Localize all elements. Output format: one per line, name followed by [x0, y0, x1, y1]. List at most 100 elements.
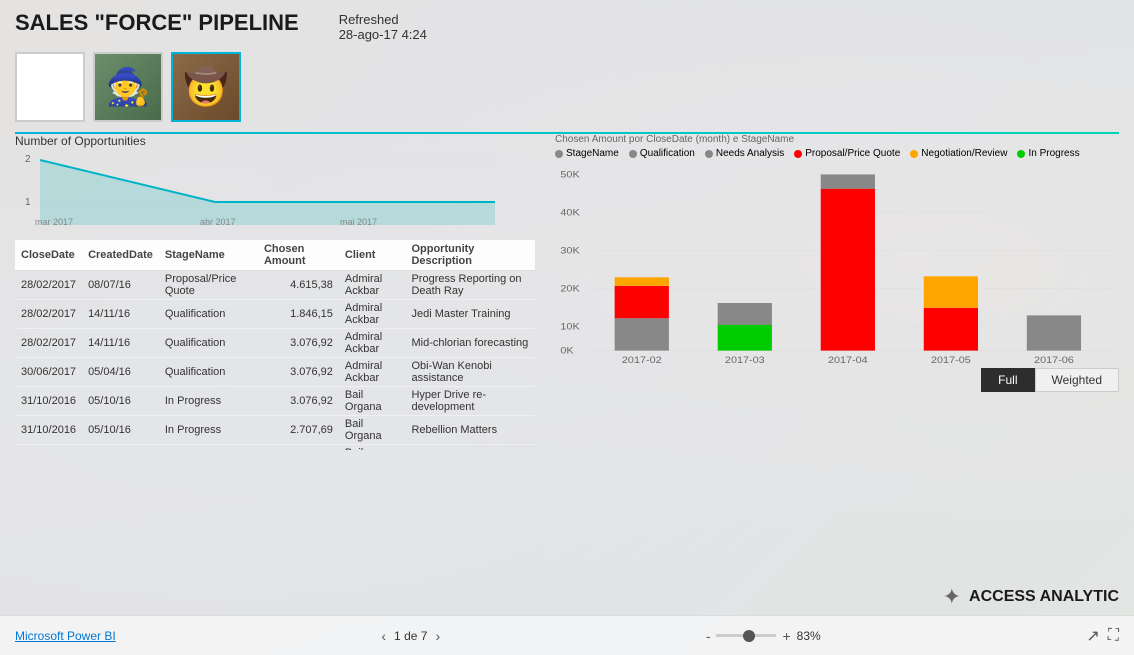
cell-client: Admiral Ackbar: [339, 329, 406, 358]
logo-area: ✦ ACCESS ANALYTIC: [943, 584, 1119, 610]
legend-item: In Progress: [1017, 148, 1079, 159]
svg-text:2: 2: [25, 154, 31, 165]
cell-client: Admiral Ackbar: [339, 300, 406, 329]
refresh-datetime: 28-ago-17 4:24: [339, 27, 427, 42]
cell-desc: Travel to Death Star: [405, 445, 535, 451]
cell-desc: Jedi Master Training: [405, 300, 535, 329]
cell-amount: 4.615,38: [258, 271, 339, 300]
zoom-minus-btn[interactable]: -: [706, 628, 711, 644]
logo-icon: ✦: [943, 584, 961, 610]
svg-text:abr 2017: abr 2017: [200, 217, 236, 227]
cell-createddate: 08/07/16: [82, 271, 159, 300]
legend-dot: [555, 150, 563, 158]
fullscreen-icon[interactable]: ⛶: [1108, 627, 1119, 645]
cell-createddate: 14/11/16: [82, 300, 159, 329]
svg-text:30K: 30K: [560, 246, 579, 256]
col-closedate: CloseDate: [15, 240, 82, 271]
cell-closedate: 28/02/2017: [15, 329, 82, 358]
opps-chart-title: Number of Opportunities: [15, 134, 535, 148]
table-row: 28/02/2017 08/07/16 Proposal/Price Quote…: [15, 271, 535, 300]
cell-createddate: 14/11/16: [82, 329, 159, 358]
svg-text:40K: 40K: [560, 208, 579, 218]
cell-amount: 3.076,92: [258, 358, 339, 387]
table-row: 30/06/2017 05/04/16 Qualification 3.076,…: [15, 358, 535, 387]
svg-text:10K: 10K: [560, 322, 579, 332]
chart-legend: StageName Qualification Needs Analysis Prop…: [555, 148, 1119, 159]
cell-createddate: 05/04/16: [82, 358, 159, 387]
svg-text:mai 2017: mai 2017: [340, 217, 377, 227]
col-client: Client: [339, 240, 406, 271]
cell-stage: Qualification: [159, 358, 258, 387]
cell-client: Admiral Ackbar: [339, 358, 406, 387]
avatar-blank[interactable]: [15, 52, 85, 122]
cell-closedate: 31/10/2016: [15, 416, 82, 445]
svg-text:mar 2017: mar 2017: [35, 217, 73, 227]
weighted-button[interactable]: Weighted: [1035, 368, 1119, 392]
table-wrapper[interactable]: CloseDate CreatedDate StageName Chosen A…: [15, 240, 535, 450]
cell-desc: Hyper Drive re-development: [405, 387, 535, 416]
svg-text:2017-04: 2017-04: [828, 356, 868, 363]
logo-text: ACCESS ANALYTIC: [969, 588, 1119, 606]
legend-dot: [794, 150, 802, 158]
col-desc: Opportunity Description: [405, 240, 535, 271]
cell-client: Admiral Ackbar: [339, 271, 406, 300]
svg-text:0K: 0K: [560, 346, 573, 356]
legend-item: StageName: [555, 148, 619, 159]
opps-chart: 2 1 mar 2017 abr 2017 mai 2017: [15, 150, 505, 235]
avatar-han[interactable]: [171, 52, 241, 122]
legend-label: In Progress: [1028, 148, 1079, 159]
svg-text:2017-05: 2017-05: [931, 356, 971, 363]
legend-dot: [910, 150, 918, 158]
zoom-slider[interactable]: [716, 634, 776, 637]
table-row: 28/02/2017 14/11/16 Qualification 1.846,…: [15, 300, 535, 329]
page-info: 1 de 7: [394, 629, 427, 643]
cell-desc: Mid-chlorian forecasting: [405, 329, 535, 358]
cell-stage: In Progress: [159, 387, 258, 416]
next-page-arrow[interactable]: ›: [435, 628, 440, 644]
cell-client: Bail Organa: [339, 416, 406, 445]
legend-dot: [1017, 150, 1025, 158]
cell-amount: 3.076,92: [258, 329, 339, 358]
chart-title: Chosen Amount por CloseDate (month) e St…: [555, 134, 1119, 145]
cell-stage: In Progress: [159, 416, 258, 445]
table-row: 30/09/2017 01/03/16 Qualification 4.615,…: [15, 445, 535, 451]
legend-label: Negotiation/Review: [921, 148, 1007, 159]
zoom-plus-btn[interactable]: +: [782, 628, 790, 644]
cell-amount: 2.707,69: [258, 416, 339, 445]
cell-client: Bail Organa: [339, 387, 406, 416]
svg-text:2017-06: 2017-06: [1034, 356, 1074, 363]
legend-item: Qualification: [629, 148, 695, 159]
svg-text:2017-03: 2017-03: [725, 356, 765, 363]
data-table: CloseDate CreatedDate StageName Chosen A…: [15, 240, 535, 450]
refresh-label: Refreshed: [339, 12, 399, 27]
svg-text:2017-02: 2017-02: [622, 356, 662, 363]
legend-item: Proposal/Price Quote: [794, 148, 900, 159]
cell-closedate: 28/02/2017: [15, 300, 82, 329]
full-button[interactable]: Full: [981, 368, 1034, 392]
cell-createddate: 05/10/16: [82, 416, 159, 445]
svg-text:1: 1: [25, 197, 31, 208]
legend-dot: [629, 150, 637, 158]
export-icon[interactable]: ↗: [1086, 626, 1099, 646]
cell-closedate: 28/02/2017: [15, 271, 82, 300]
avatar-yoda[interactable]: [93, 52, 163, 122]
col-amount: Chosen Amount: [258, 240, 339, 271]
cell-amount: 4.615,38: [258, 445, 339, 451]
prev-page-arrow[interactable]: ‹: [381, 628, 386, 644]
col-stagename: StageName: [159, 240, 258, 271]
legend-label: StageName: [566, 148, 619, 159]
table-row: 28/02/2017 14/11/16 Qualification 3.076,…: [15, 329, 535, 358]
cell-amount: 3.076,92: [258, 387, 339, 416]
cell-desc: Obi-Wan Kenobi assistance: [405, 358, 535, 387]
powerbi-link[interactable]: Microsoft Power BI: [15, 629, 116, 643]
cell-closedate: 30/09/2017: [15, 445, 82, 451]
cell-closedate: 30/06/2017: [15, 358, 82, 387]
legend-label: Needs Analysis: [716, 148, 784, 159]
svg-text:20K: 20K: [560, 284, 579, 294]
svg-text:50K: 50K: [560, 170, 579, 180]
table-row: 31/10/2016 05/10/16 In Progress 2.707,69…: [15, 416, 535, 445]
legend-label: Qualification: [640, 148, 695, 159]
cell-createddate: 01/03/16: [82, 445, 159, 451]
cell-desc: Rebellion Matters: [405, 416, 535, 445]
cell-stage: Qualification: [159, 300, 258, 329]
